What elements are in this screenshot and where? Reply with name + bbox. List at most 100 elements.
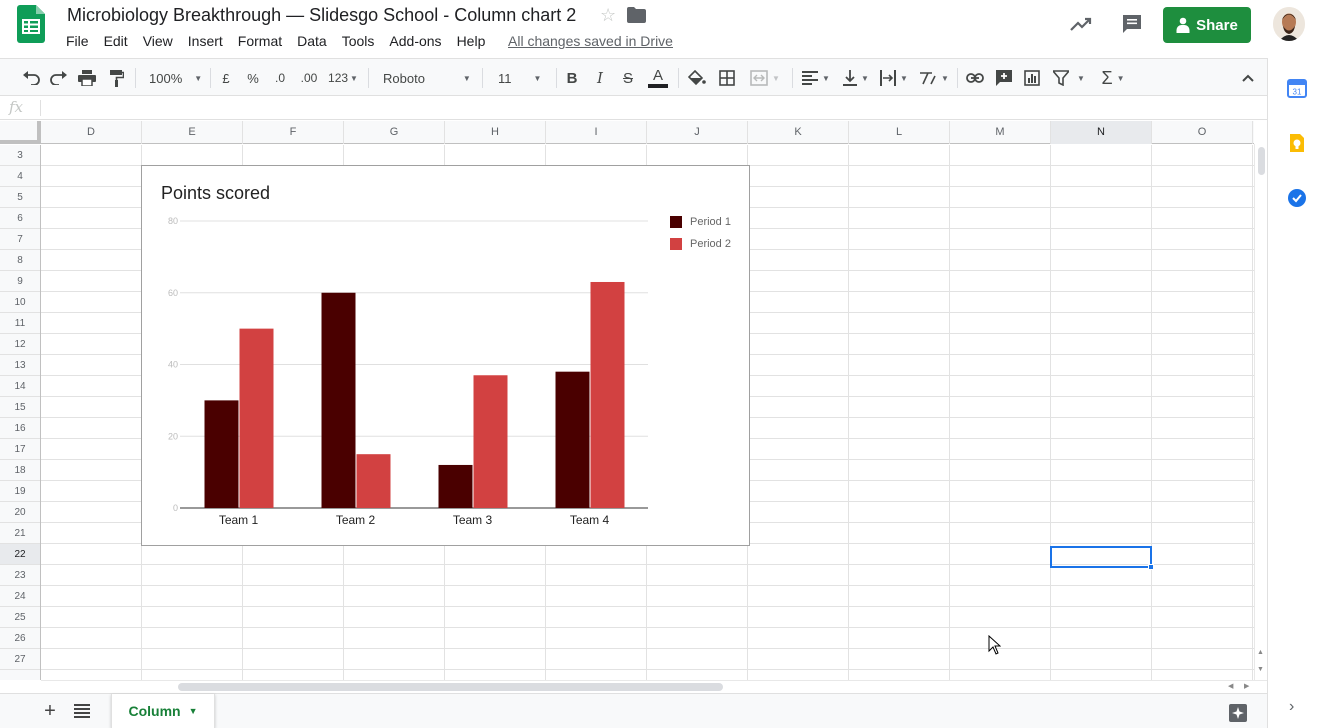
bar-team-1-period-2[interactable] [239, 328, 274, 508]
scroll-up-arrow[interactable]: ▲ [1257, 649, 1264, 656]
insert-link-button[interactable] [965, 68, 985, 88]
redo-button[interactable] [48, 68, 70, 88]
vertical-scroll-thumb[interactable] [1258, 147, 1265, 175]
print-button[interactable] [76, 68, 98, 88]
menu-addons[interactable]: Add-ons [389, 32, 441, 52]
formula-input[interactable] [48, 99, 1248, 117]
column-header-k[interactable]: K [748, 121, 849, 144]
font-size-select[interactable]: 11 ▼ [490, 68, 548, 88]
row-header-26[interactable]: 26 [0, 628, 40, 649]
horizontal-scroll-thumb[interactable] [178, 683, 723, 691]
fill-color-button[interactable] [686, 68, 708, 88]
row-header-5[interactable]: 5 [0, 187, 40, 208]
increase-decimals-button[interactable]: .00 [298, 68, 320, 88]
column-header-h[interactable]: H [445, 121, 546, 144]
column-header-n[interactable]: N [1051, 121, 1152, 144]
column-header-d[interactable]: D [41, 121, 142, 144]
scroll-left-arrow[interactable]: ◀ [1228, 682, 1233, 690]
paint-format-button[interactable] [105, 68, 127, 88]
bar-team-3-period-1[interactable] [438, 464, 473, 508]
bar-team-4-period-1[interactable] [555, 371, 590, 508]
scroll-right-arrow[interactable]: ▶ [1244, 682, 1249, 690]
column-header-e[interactable]: E [142, 121, 243, 144]
row-header-19[interactable]: 19 [0, 481, 40, 502]
font-family-select[interactable]: Roboto ▼ [376, 68, 474, 88]
menu-view[interactable]: View [143, 32, 173, 52]
row-header-7[interactable]: 7 [0, 229, 40, 250]
column-header-f[interactable]: F [243, 121, 344, 144]
column-header-o[interactable]: O [1152, 121, 1253, 144]
fill-handle[interactable] [1148, 564, 1154, 570]
row-header-17[interactable]: 17 [0, 439, 40, 460]
text-color-button[interactable]: A [647, 68, 669, 88]
explore-icon[interactable] [1228, 703, 1248, 723]
more-formats-button[interactable]: 123 ▼ [327, 68, 359, 88]
activity-trend-icon[interactable] [1069, 14, 1093, 34]
row-header-9[interactable]: 9 [0, 271, 40, 292]
column-header-i[interactable]: I [546, 121, 647, 144]
sheet-tab-menu-icon[interactable]: ▼ [189, 706, 198, 716]
column-header-g[interactable]: G [344, 121, 445, 144]
vertical-align-button[interactable]: ▼ [840, 68, 872, 88]
decrease-decimals-button[interactable]: .0 [270, 68, 290, 88]
row-header-8[interactable]: 8 [0, 250, 40, 271]
row-header-4[interactable]: 4 [0, 166, 40, 187]
select-all-corner[interactable] [0, 121, 41, 144]
menu-file[interactable]: File [66, 32, 89, 52]
row-header-14[interactable]: 14 [0, 376, 40, 397]
bold-button[interactable]: B [563, 68, 581, 88]
row-header-22[interactable]: 22 [0, 544, 40, 565]
row-header-3[interactable]: 3 [0, 145, 40, 166]
tasks-icon[interactable] [1287, 188, 1307, 208]
row-header-11[interactable]: 11 [0, 313, 40, 334]
save-status-link[interactable]: All changes saved in Drive [508, 32, 673, 50]
folder-icon[interactable] [627, 7, 646, 23]
row-header-20[interactable]: 20 [0, 502, 40, 523]
currency-format-button[interactable]: £ [218, 68, 234, 88]
menu-insert[interactable]: Insert [188, 32, 223, 52]
selected-cell-N22[interactable] [1050, 546, 1154, 570]
strikethrough-button[interactable]: S [619, 68, 637, 88]
row-header-18[interactable]: 18 [0, 460, 40, 481]
undo-button[interactable] [20, 68, 42, 88]
calendar-icon[interactable]: 31 [1287, 78, 1307, 98]
sheets-logo-icon[interactable] [17, 5, 45, 43]
column-chart[interactable]: 0 20 40 60 80 Team 1 Team 2 Team 3 Team 4 Points… [141, 165, 750, 546]
bar-team-3-period-2[interactable] [473, 375, 508, 508]
row-header-13[interactable]: 13 [0, 355, 40, 376]
document-title[interactable]: Microbiology Breakthrough — Slidesgo Sch… [67, 5, 576, 26]
chevron-right-icon[interactable]: › [1289, 698, 1294, 716]
column-header-m[interactable]: M [950, 121, 1051, 144]
menu-format[interactable]: Format [238, 32, 282, 52]
bar-team-1-period-1[interactable] [204, 400, 239, 508]
merge-cells-button[interactable]: ▼ [746, 68, 784, 88]
star-icon[interactable]: ☆ [600, 5, 616, 26]
row-header-23[interactable]: 23 [0, 565, 40, 586]
row-header-12[interactable]: 12 [0, 334, 40, 355]
add-sheet-button[interactable]: + [41, 701, 59, 721]
scroll-down-arrow[interactable]: ▼ [1257, 666, 1264, 673]
filter-button[interactable]: ▼ [1050, 68, 1088, 88]
horizontal-scrollbar[interactable]: ◀ ▶ [41, 680, 1267, 693]
borders-button[interactable] [717, 68, 737, 88]
column-header-j[interactable]: J [647, 121, 748, 144]
row-header-25[interactable]: 25 [0, 607, 40, 628]
user-avatar[interactable] [1273, 7, 1305, 41]
share-button[interactable]: Share [1163, 7, 1251, 43]
zoom-select[interactable]: 100% ▼ [143, 68, 203, 88]
text-wrapping-button[interactable]: ▼ [878, 68, 910, 88]
row-header-24[interactable]: 24 [0, 586, 40, 607]
insert-chart-button[interactable] [1022, 68, 1042, 88]
horizontal-align-button[interactable]: ▼ [800, 68, 832, 88]
bar-team-4-period-2[interactable] [590, 281, 625, 508]
row-header-6[interactable]: 6 [0, 208, 40, 229]
insert-comment-button[interactable] [994, 68, 1014, 88]
bar-team-2-period-1[interactable] [321, 292, 356, 508]
menu-edit[interactable]: Edit [104, 32, 128, 52]
all-sheets-menu-icon[interactable] [74, 704, 90, 718]
row-header-21[interactable]: 21 [0, 523, 40, 544]
row-header-16[interactable]: 16 [0, 418, 40, 439]
functions-button[interactable]: Σ ▼ [1097, 68, 1129, 88]
italic-button[interactable]: I [591, 68, 609, 88]
collapse-toolbar-button[interactable] [1240, 68, 1256, 88]
